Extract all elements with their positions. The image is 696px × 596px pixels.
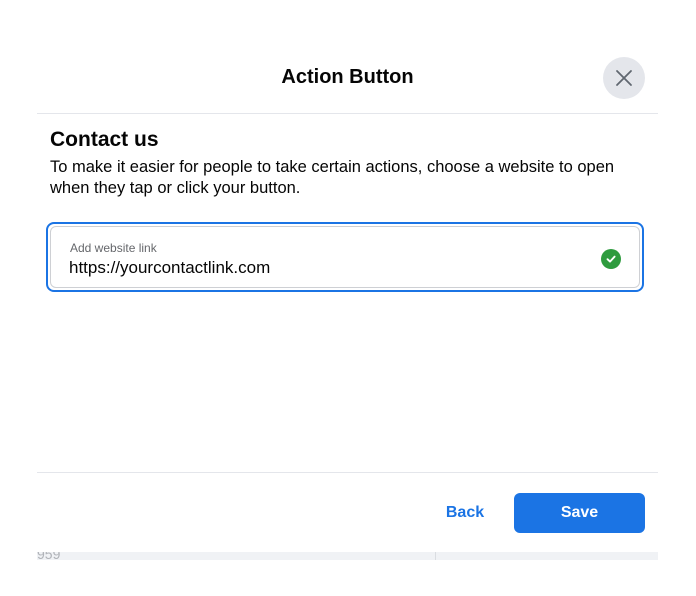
page: 959 Action Button Contact us To make it … <box>0 0 696 596</box>
back-button[interactable]: Back <box>425 493 505 533</box>
check-circle-icon <box>601 249 621 269</box>
close-icon <box>616 70 632 86</box>
dialog-footer: Back Save <box>37 472 658 553</box>
background-page-strip: 959 <box>37 552 658 560</box>
background-divider <box>435 552 436 560</box>
dialog-content: Contact us To make it easier for people … <box>50 128 640 199</box>
website-link-field-inner: Add website link <box>50 226 640 288</box>
website-link-field[interactable]: Add website link <box>46 222 644 292</box>
dialog-title: Action Button <box>281 66 414 88</box>
action-button-dialog: Action Button Contact us To make it easi… <box>37 40 658 552</box>
dialog-header: Action Button <box>37 40 658 114</box>
save-button[interactable]: Save <box>514 493 645 533</box>
section-description: To make it easier for people to take cer… <box>50 158 615 197</box>
website-link-label: Add website link <box>70 241 157 255</box>
section-heading: Contact us <box>50 128 159 151</box>
background-partial-text: 959 <box>37 552 61 560</box>
website-link-input[interactable] <box>69 258 569 278</box>
close-button[interactable] <box>603 57 645 99</box>
